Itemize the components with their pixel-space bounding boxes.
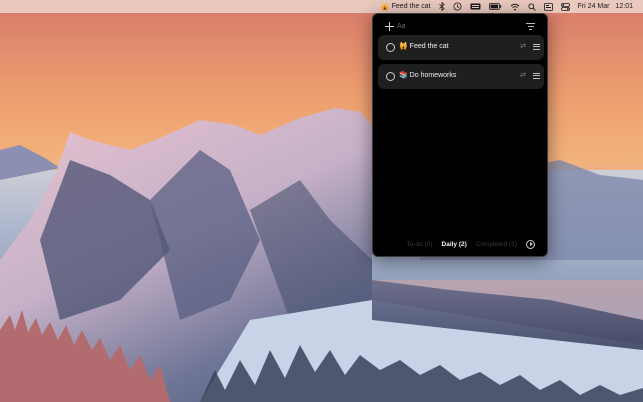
add-task-icon[interactable] xyxy=(385,22,394,31)
repeat-icon[interactable]: ⇄ xyxy=(519,43,527,51)
screen-icon[interactable] xyxy=(540,0,557,13)
task-row[interactable]: 🙀 Feed the cat ⇄ xyxy=(378,35,544,60)
task-label: Feed the cat xyxy=(409,43,449,50)
search-icon[interactable] xyxy=(524,0,540,13)
task-tabs: To-do (0) Daily (2) Completed (1) xyxy=(373,238,547,250)
repeat-icon[interactable]: ⇄ xyxy=(519,72,527,80)
menubar-task-text: Feed the cat xyxy=(391,3,431,10)
cat-emoji-icon: 🙀 xyxy=(380,3,390,11)
play-icon[interactable] xyxy=(526,239,535,249)
time-machine-icon[interactable] xyxy=(449,0,466,13)
filter-icon[interactable] xyxy=(526,23,535,31)
task-checkbox[interactable] xyxy=(386,72,395,81)
wifi-icon[interactable] xyxy=(506,0,524,13)
keyboard-icon[interactable] xyxy=(466,0,485,13)
task-popover: 🙀 Feed the cat ⇄ 📚 Do homeworks ⇄ To-do … xyxy=(372,13,548,257)
books-emoji-icon: 📚 xyxy=(399,72,408,79)
menu-bar: 🙀 Feed the cat Fri 24 Mar 12:01 xyxy=(0,0,643,13)
bluetooth-icon[interactable] xyxy=(435,0,449,13)
task-label: Do homeworks xyxy=(409,72,457,79)
drag-handle-icon[interactable] xyxy=(533,73,540,79)
task-row[interactable]: 📚 Do homeworks ⇄ xyxy=(378,64,544,89)
task-checkbox[interactable] xyxy=(386,43,395,52)
menubar-task-status[interactable]: 🙀 Feed the cat xyxy=(381,0,435,13)
tab-completed[interactable]: Completed (1) xyxy=(476,241,517,248)
menubar-time[interactable]: 12:01 xyxy=(613,0,637,13)
tab-daily[interactable]: Daily (2) xyxy=(442,241,467,248)
cat-emoji-icon: 🙀 xyxy=(399,43,408,50)
battery-icon[interactable] xyxy=(485,0,506,13)
tab-todo[interactable]: To-do (0) xyxy=(407,241,433,248)
new-task-input[interactable] xyxy=(397,20,517,33)
drag-handle-icon[interactable] xyxy=(533,44,540,50)
menubar-date[interactable]: Fri 24 Mar xyxy=(574,0,614,13)
control-center-icon[interactable] xyxy=(557,0,574,13)
